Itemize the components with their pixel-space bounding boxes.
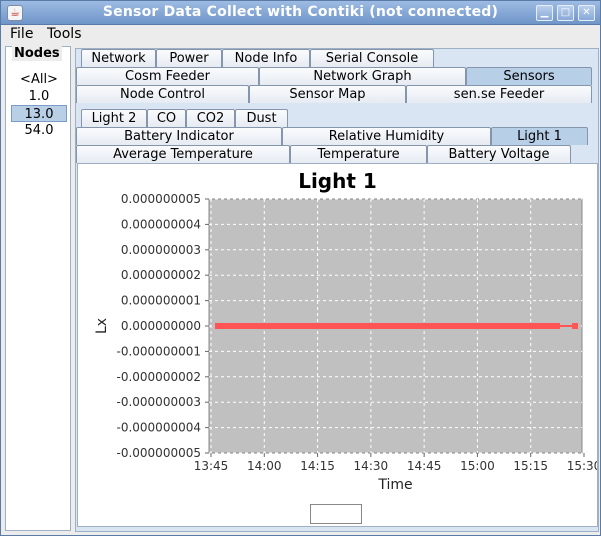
tab-network-graph[interactable]: Network Graph bbox=[259, 67, 466, 85]
main-content: Nodes <All> 1.0 13.0 54.0 Network Power … bbox=[1, 44, 600, 535]
tab-network[interactable]: Network bbox=[81, 49, 156, 67]
chart-svg: 0.000000005 0.000000004 0.000000003 0.00000… bbox=[94, 192, 597, 523]
x-tick-label: 15:00 bbox=[460, 459, 495, 473]
node-item-54[interactable]: 54.0 bbox=[11, 122, 67, 139]
y-tick-label: -0.000000001 bbox=[117, 344, 202, 358]
y-tick-label: -0.000000002 bbox=[117, 370, 202, 384]
y-tick-label: 0.000000000 bbox=[121, 319, 201, 333]
nodes-title: Nodes bbox=[12, 46, 62, 61]
tab-cosm-feeder[interactable]: Cosm Feeder bbox=[76, 67, 259, 85]
tab-dust[interactable]: Dust bbox=[235, 109, 288, 127]
menu-file[interactable]: File bbox=[10, 26, 33, 42]
tab-relative-humidity[interactable]: Relative Humidity bbox=[282, 127, 491, 145]
menu-bar: File Tools bbox=[1, 25, 600, 44]
x-tick-label: 13:45 bbox=[194, 459, 229, 473]
tab-battery-indicator[interactable]: Battery Indicator bbox=[76, 127, 282, 145]
tab-serial-console[interactable]: Serial Console bbox=[310, 49, 434, 67]
y-tick-label: -0.000000004 bbox=[117, 421, 202, 435]
x-tick-label: 15:15 bbox=[513, 459, 548, 473]
y-tick-label: 0.000000005 bbox=[121, 192, 201, 206]
tab-average-temperature[interactable]: Average Temperature bbox=[76, 145, 290, 163]
x-axis-label: Time bbox=[377, 477, 412, 493]
x-tick-label: 14:00 bbox=[247, 459, 282, 473]
menu-tools[interactable]: Tools bbox=[47, 26, 82, 42]
y-tick-label: -0.000000003 bbox=[117, 395, 202, 409]
y-tick-label: 0.000000002 bbox=[121, 268, 201, 282]
node-item-all[interactable]: <All> bbox=[11, 71, 67, 88]
title-bar[interactable]: ☕ Sensor Data Collect with Contiki (not … bbox=[1, 1, 600, 25]
nodes-panel: Nodes <All> 1.0 13.0 54.0 bbox=[5, 46, 71, 531]
tab-sense-feeder[interactable]: sen.se Feeder bbox=[406, 85, 592, 103]
tab-battery-voltage[interactable]: Battery Voltage bbox=[427, 145, 571, 163]
tab-node-control[interactable]: Node Control bbox=[76, 85, 249, 103]
node-item-13[interactable]: 13.0 bbox=[11, 105, 67, 122]
close-icon[interactable]: ✕ bbox=[578, 5, 595, 21]
tab-sensors[interactable]: Sensors bbox=[466, 67, 592, 85]
y-axis-label: Lx bbox=[94, 318, 110, 334]
y-tick-label: 0.000000003 bbox=[121, 243, 201, 257]
tab-node-info[interactable]: Node Info bbox=[222, 49, 310, 67]
node-item-1[interactable]: 1.0 bbox=[11, 88, 67, 105]
tab-power[interactable]: Power bbox=[156, 49, 222, 67]
tabs-area: Network Power Node Info Serial Console C… bbox=[75, 48, 599, 532]
tab-temperature[interactable]: Temperature bbox=[290, 145, 427, 163]
y-tick-label: -0.000000005 bbox=[117, 446, 202, 460]
chart-panel: Light 1 0.000000005 0.000000004 0.00000000… bbox=[77, 163, 598, 527]
tab-sensor-map[interactable]: Sensor Map bbox=[249, 85, 406, 103]
series-point bbox=[572, 323, 578, 329]
node-list: <All> 1.0 13.0 54.0 bbox=[11, 71, 67, 139]
app-window: ☕ Sensor Data Collect with Contiki (not … bbox=[0, 0, 601, 536]
chart-legend bbox=[310, 504, 362, 524]
minimize-icon[interactable]: ▁ bbox=[536, 5, 553, 21]
tab-light-1[interactable]: Light 1 bbox=[491, 127, 588, 145]
x-tick-label: 14:15 bbox=[300, 459, 335, 473]
x-tick-label: 14:45 bbox=[407, 459, 442, 473]
x-tick-label: 15:30 bbox=[567, 459, 597, 473]
tab-co2[interactable]: CO2 bbox=[186, 109, 235, 127]
tab-co[interactable]: CO bbox=[147, 109, 186, 127]
y-tick-label: 0.000000004 bbox=[121, 217, 201, 231]
tab-light-2[interactable]: Light 2 bbox=[81, 109, 147, 127]
maximize-icon[interactable]: □ bbox=[557, 5, 574, 21]
window-title: Sensor Data Collect with Contiki (not co… bbox=[102, 4, 499, 20]
x-tick-label: 14:30 bbox=[354, 459, 389, 473]
y-tick-label: 0.000000001 bbox=[121, 294, 201, 308]
